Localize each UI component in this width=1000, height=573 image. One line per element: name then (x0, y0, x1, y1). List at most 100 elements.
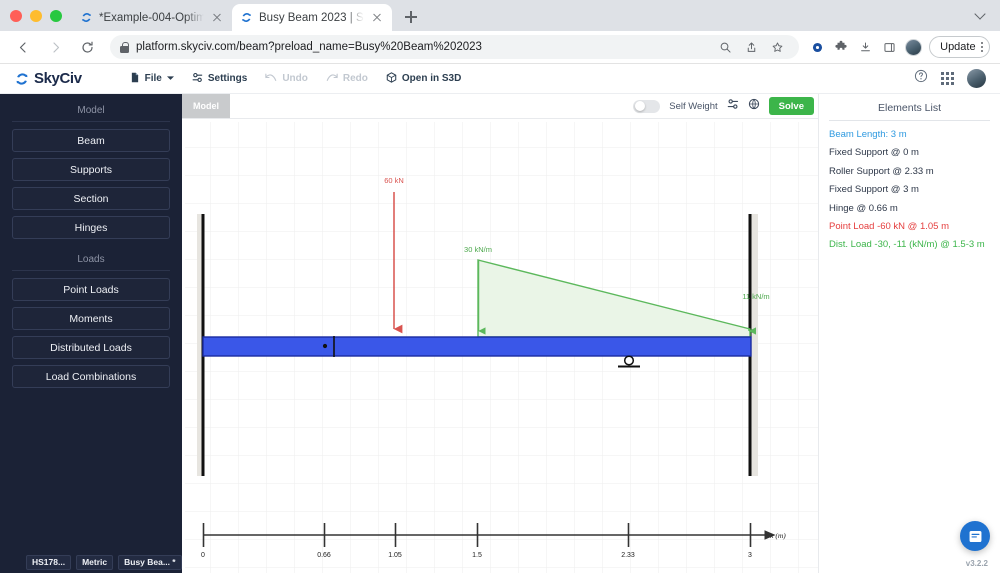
tab-strip: *Example-004-Optimization | S Busy Beam … (0, 0, 1000, 31)
browser-tab-1-title: *Example-004-Optimization | S (99, 11, 204, 24)
element-item-hinge[interactable]: Hinge @ 0.66 m (829, 203, 990, 214)
status-chip-filename[interactable]: Busy Bea... * (118, 554, 182, 570)
minimize-window-button[interactable] (30, 9, 42, 22)
sidebar-item-point-loads[interactable]: Point Loads (12, 278, 170, 301)
sidebar-item-section-label: Section (73, 192, 109, 205)
menu-item-file[interactable]: File (130, 72, 174, 86)
sidebar-item-beam-label: Beam (77, 134, 105, 147)
sidebar-item-load-combinations[interactable]: Load Combinations (12, 365, 170, 388)
element-item-point-load[interactable]: Point Load -60 kN @ 1.05 m (829, 221, 990, 232)
left-sidebar: Model Beam Supports Section Hinges Loads… (0, 94, 182, 573)
lock-icon (120, 41, 129, 53)
side-panel-icon[interactable] (877, 35, 901, 59)
back-button[interactable] (10, 34, 36, 60)
menu-item-redo[interactable]: Redo (326, 73, 368, 85)
app-logo[interactable]: SkyCiv (14, 70, 82, 87)
self-weight-label: Self Weight (669, 100, 718, 112)
dist-load-start-label: 30 kN/m (464, 245, 492, 254)
sidebar-item-hinges-label: Hinges (74, 221, 108, 234)
maximize-window-button[interactable] (50, 9, 62, 22)
canvas-toolbar: Model Self Weight Solve (182, 94, 818, 119)
file-icon (130, 72, 140, 86)
share-icon[interactable] (739, 35, 763, 59)
search-icon[interactable] (713, 35, 737, 59)
skyciv-favicon-icon (80, 11, 93, 24)
sidebar-group-model-title: Model (12, 102, 170, 122)
skyciv-logo-icon (14, 71, 30, 87)
sidebar-item-hinges[interactable]: Hinges (12, 216, 170, 239)
status-chip-section[interactable]: HS178... (26, 554, 72, 570)
menu-item-undo[interactable]: Undo (265, 73, 308, 85)
browser-tab-1[interactable]: *Example-004-Optimization | S (72, 4, 232, 31)
address-bar-url: platform.skyciv.com/beam?preload_name=Bu… (136, 41, 482, 53)
extensions-puzzle-icon[interactable] (829, 35, 853, 59)
beam-diagram-canvas[interactable]: 30 kN/m 11 kN/m 60 kN 0 0.66 1.05 1.5 2.… (182, 119, 818, 573)
help-icon[interactable] (914, 69, 928, 88)
browser-tab-2[interactable]: Busy Beam 2023 | SkyCiv Beam (232, 4, 392, 31)
chat-bubble-icon (969, 530, 981, 542)
elements-list-title: Elements List (829, 102, 990, 121)
tab-model[interactable]: Model (182, 94, 230, 118)
app-body: Model Beam Supports Section Hinges Loads… (0, 94, 1000, 573)
new-tab-button[interactable] (398, 4, 424, 30)
sidebar-status-bar: HS178... Metric Busy Bea... * (0, 551, 182, 573)
element-item-fixed-support-0[interactable]: Fixed Support @ 0 m (829, 147, 990, 158)
sidebar-group-loads-title: Loads (12, 251, 170, 271)
forward-button[interactable] (42, 34, 68, 60)
render-3d-icon[interactable] (748, 97, 760, 115)
sidebar-item-load-combinations-label: Load Combinations (45, 370, 137, 383)
status-chip-units[interactable]: Metric (76, 554, 114, 570)
element-item-beam-length[interactable]: Beam Length: 3 m (829, 129, 990, 140)
user-avatar[interactable] (967, 69, 986, 88)
hinge-marker-0.66m (322, 343, 328, 349)
axis-tick-2: 1.05 (388, 552, 402, 559)
redo-icon (326, 73, 338, 85)
update-button[interactable]: Update (929, 36, 990, 58)
axis-tick-4: 2.33 (621, 552, 635, 559)
solve-button[interactable]: Solve (768, 97, 814, 115)
sidebar-item-beam[interactable]: Beam (12, 129, 170, 152)
sidebar-item-supports[interactable]: Supports (12, 158, 170, 181)
address-bar[interactable]: platform.skyciv.com/beam?preload_name=Bu… (110, 35, 800, 59)
sidebar-item-moments[interactable]: Moments (12, 307, 170, 330)
menu-item-open-in-s3d-label: Open in S3D (401, 73, 462, 84)
sidebar-item-supports-label: Supports (69, 163, 113, 176)
profile-avatar[interactable] (901, 35, 925, 59)
element-item-fixed-support-3[interactable]: Fixed Support @ 3 m (829, 184, 990, 195)
menu-item-settings[interactable]: Settings (192, 72, 247, 86)
downloads-icon[interactable] (853, 35, 877, 59)
sidebar-item-section[interactable]: Section (12, 187, 170, 210)
browser-menu-kebab-icon[interactable] (980, 41, 983, 53)
menu-item-open-in-s3d[interactable]: Open in S3D (386, 71, 462, 86)
close-window-button[interactable] (10, 9, 22, 22)
app-brand-name: SkyCiv (34, 70, 82, 87)
point-load-label: 60 kN (384, 176, 404, 185)
extension-badge-icon[interactable] (805, 35, 829, 59)
intercom-chat-button[interactable] (960, 521, 990, 551)
sidebar-item-moments-label: Moments (69, 312, 113, 325)
browser-tab-1-close-icon[interactable] (210, 11, 224, 25)
element-item-dist-load[interactable]: Dist. Load -30, -11 (kN/m) @ 1.5-3 m (829, 239, 990, 250)
sidebar-item-distributed-loads[interactable]: Distributed Loads (12, 336, 170, 359)
display-settings-icon[interactable] (727, 97, 739, 115)
element-item-roller-support[interactable]: Roller Support @ 2.33 m (829, 166, 990, 177)
self-weight-toggle[interactable] (633, 99, 661, 113)
tab-list-chevron-down-icon[interactable] (976, 9, 986, 19)
apps-grid-icon[interactable] (941, 72, 954, 85)
menu-item-file-label: File (144, 73, 162, 84)
reload-button[interactable] (74, 34, 100, 60)
axis-tick-1: 0.66 (317, 552, 331, 559)
browser-tab-2-close-icon[interactable] (370, 11, 384, 25)
axis-label-x: x (m) (769, 531, 786, 540)
app-header-actions (914, 69, 986, 88)
menu-item-undo-label: Undo (282, 73, 308, 84)
menu-item-redo-label: Redo (342, 73, 368, 84)
app-header: SkyCiv File Settings Undo Redo Open in S… (0, 64, 1000, 94)
axis-tick-5: 3 (748, 552, 752, 559)
undo-icon (265, 73, 277, 85)
app-menu: File Settings Undo Redo Open in S3D (130, 71, 462, 86)
bookmark-star-icon[interactable] (765, 35, 789, 59)
skyciv-favicon-icon (240, 11, 253, 24)
sidebar-item-distributed-loads-label: Distributed Loads (50, 341, 132, 354)
update-button-label: Update (940, 41, 976, 53)
